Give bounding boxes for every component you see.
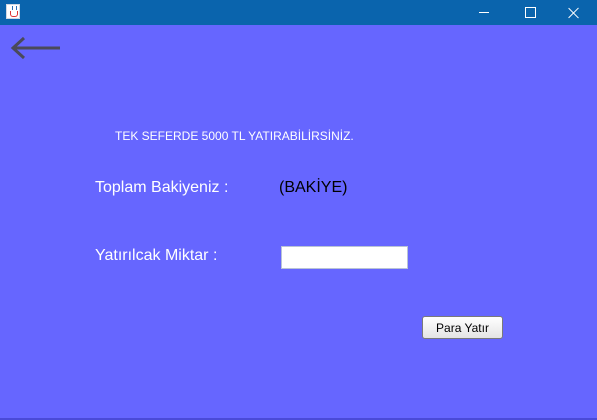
maximize-button[interactable] bbox=[507, 0, 553, 25]
deposit-amount-input[interactable] bbox=[281, 246, 408, 269]
close-icon bbox=[568, 7, 580, 19]
deposit-panel: TEK SEFERDE 5000 TL YATIRABİLİRSİNİZ. To… bbox=[0, 25, 597, 418]
total-balance-label: Toplam Bakiyeniz : bbox=[95, 179, 229, 196]
java-cup-icon bbox=[6, 4, 20, 19]
maximize-icon bbox=[524, 7, 536, 18]
deposit-amount-label: Yatırılcak Miktar : bbox=[95, 247, 218, 264]
deposit-button[interactable]: Para Yatır bbox=[422, 316, 503, 339]
title-bar bbox=[0, 0, 597, 25]
back-button[interactable] bbox=[10, 36, 62, 60]
minimize-icon bbox=[479, 12, 489, 13]
deposit-limit-notice: TEK SEFERDE 5000 TL YATIRABİLİRSİNİZ. bbox=[115, 129, 354, 143]
close-button[interactable] bbox=[551, 0, 597, 25]
back-arrow-icon bbox=[10, 36, 60, 60]
total-balance-value: (BAKİYE) bbox=[279, 179, 348, 196]
minimize-button[interactable] bbox=[461, 0, 507, 25]
